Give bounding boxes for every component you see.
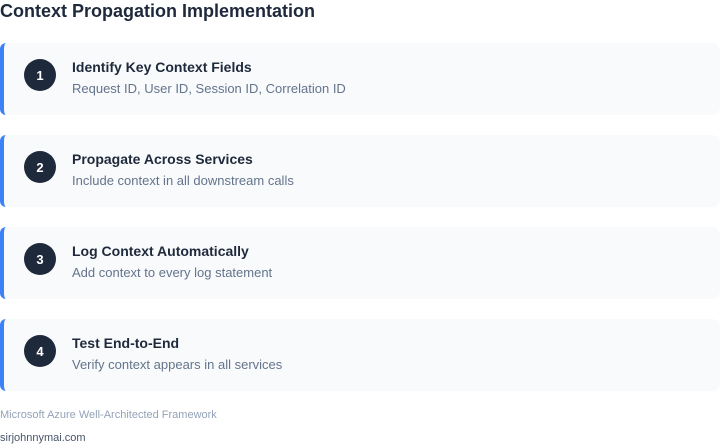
step-description: Request ID, User ID, Session ID, Correla… [72,81,346,96]
step-number-badge: 4 [24,335,56,367]
step-number-badge: 3 [24,243,56,275]
step-title: Log Context Automatically [72,243,249,259]
step-card-1: 1 Identify Key Context Fields Request ID… [0,43,720,115]
step-description: Verify context appears in all services [72,357,283,372]
step-description: Add context to every log statement [72,265,273,280]
step-title: Identify Key Context Fields [72,59,252,75]
step-title: Test End-to-End [72,335,180,351]
step-description: Include context in all downstream calls [72,173,294,188]
page-title: Context Propagation Implementation [0,1,316,21]
step-card-3: 3 Log Context Automatically Add context … [0,227,720,299]
step-number-badge: 2 [24,151,56,183]
footer-source: Microsoft Azure Well-Architected Framewo… [0,409,217,421]
step-card-2: 2 Propagate Across Services Include cont… [0,135,720,207]
footer-author: sirjohnnymai.com [0,432,86,444]
step-number-badge: 1 [24,59,56,91]
step-card-4: 4 Test End-to-End Verify context appears… [0,319,720,391]
steps-list: 1 Identify Key Context Fields Request ID… [0,43,720,411]
step-title: Propagate Across Services [72,151,253,167]
